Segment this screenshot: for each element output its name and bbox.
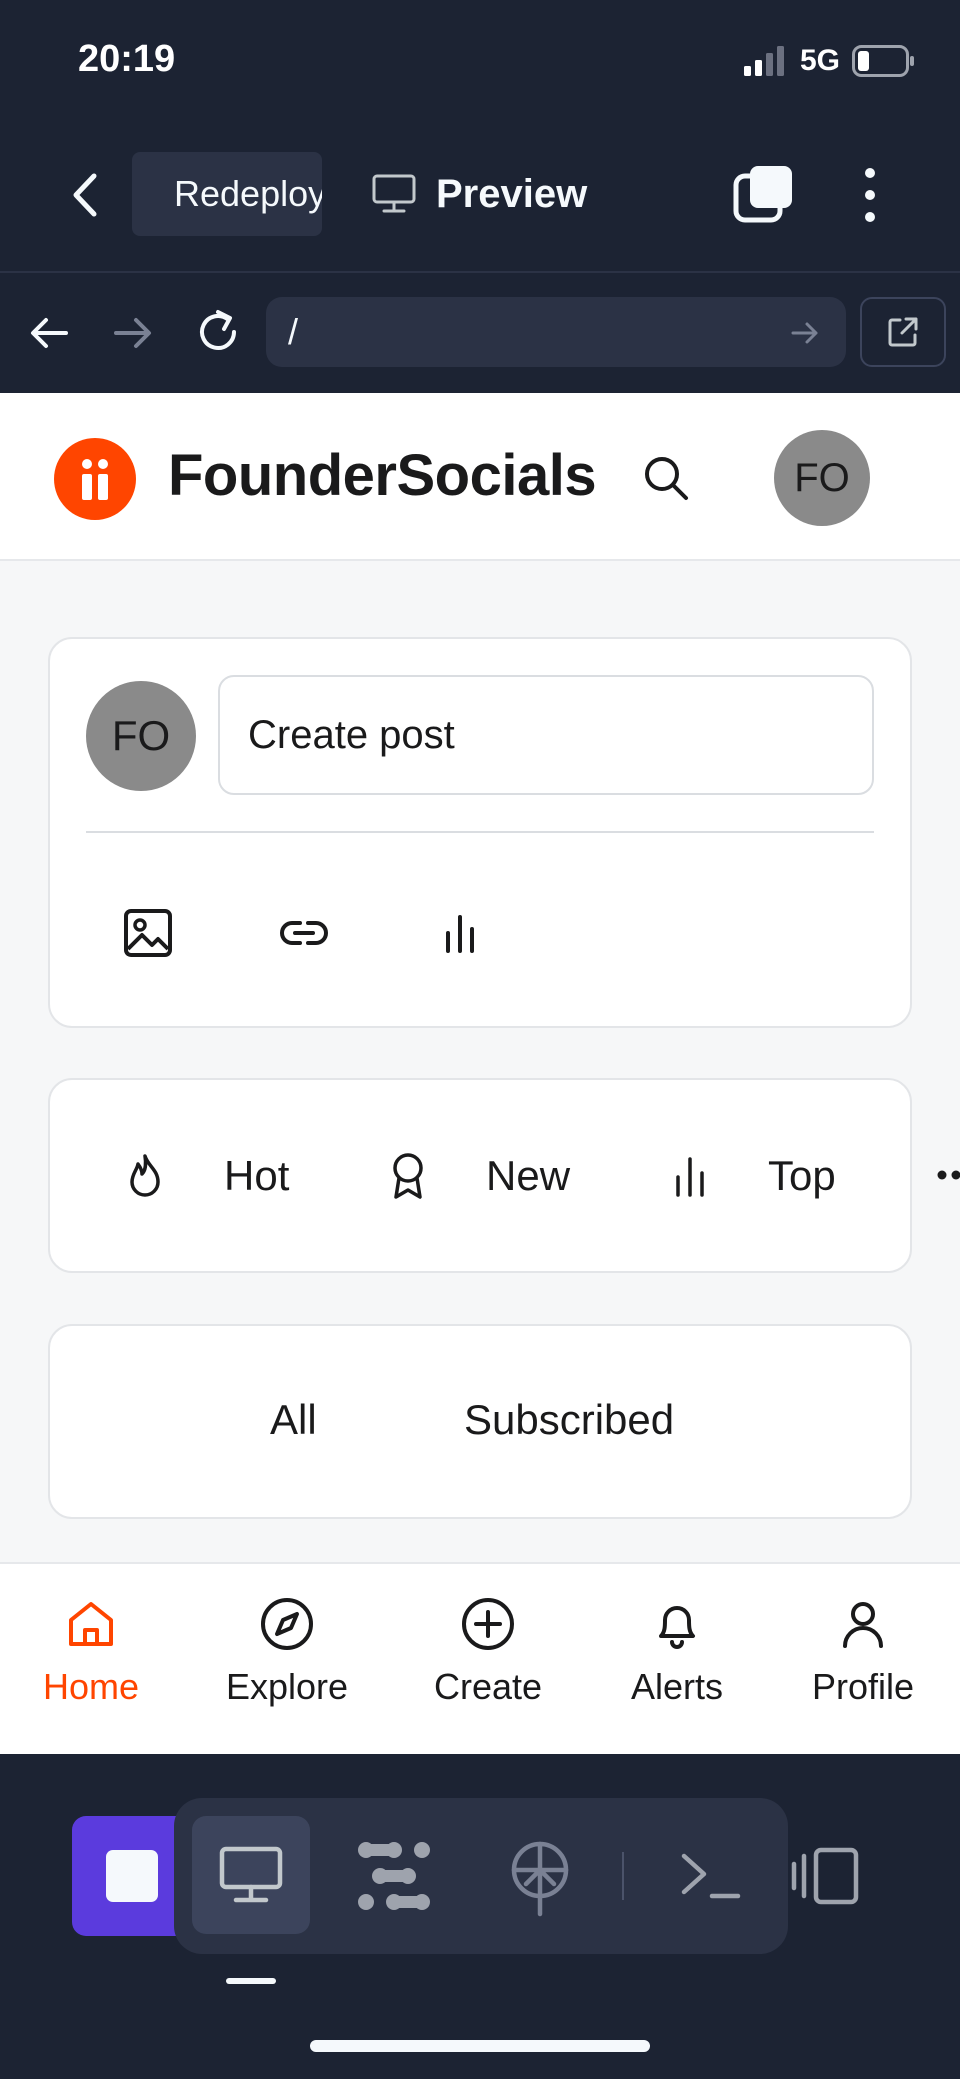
tab-redeploy[interactable]: Redeploy: [132, 152, 322, 236]
stop-icon: [106, 1850, 158, 1902]
arrow-right-icon[interactable]: [110, 310, 156, 356]
flame-icon: [130, 1154, 160, 1197]
nav-home-label: Home: [42, 1666, 140, 1707]
image-icon[interactable]: [120, 905, 176, 961]
poll-icon[interactable]: [432, 905, 488, 961]
more-horizontal-icon[interactable]: [936, 1160, 960, 1190]
home-indicator: [310, 2040, 650, 2052]
nav-create[interactable]: Create: [413, 1596, 563, 1726]
award-icon: [393, 1153, 423, 1199]
shell-icon[interactable]: [678, 1848, 742, 1904]
create-post-placeholder: Create post: [248, 712, 455, 757]
deploy-icon[interactable]: [504, 1838, 576, 1918]
plus-circle-icon: [462, 1598, 514, 1650]
app-logo[interactable]: [54, 438, 136, 520]
monitor-icon: [372, 174, 416, 213]
avatar-initials: FO: [794, 455, 850, 500]
nav-alerts[interactable]: Alerts: [602, 1596, 752, 1726]
nav-home[interactable]: Home: [16, 1596, 166, 1726]
tab-preview[interactable]: Preview: [372, 152, 587, 236]
app-title: FounderSocials: [168, 443, 597, 508]
network-label: 5G: [799, 44, 840, 77]
sort-new[interactable]: New: [388, 1146, 570, 1206]
divider: [86, 831, 874, 833]
nav-alerts-label: Alerts: [630, 1666, 724, 1707]
avatar[interactable]: FO: [86, 681, 196, 791]
chevron-left-icon[interactable]: [66, 170, 106, 220]
filter-all[interactable]: All: [270, 1396, 317, 1444]
signal-icon: [743, 46, 784, 76]
divider: [622, 1852, 624, 1900]
tab-redeploy-label: Redeploy: [174, 173, 322, 214]
link-icon[interactable]: [276, 905, 332, 961]
avatar-initials: FO: [111, 712, 171, 759]
avatar[interactable]: FO: [774, 430, 870, 526]
tabs-switch-icon[interactable]: [732, 162, 796, 226]
sort-hot[interactable]: Hot: [124, 1146, 289, 1206]
monitor-icon: [219, 1846, 283, 1903]
sort-top[interactable]: Top: [670, 1146, 836, 1206]
arrow-left-icon[interactable]: [26, 310, 72, 356]
open-external-button[interactable]: [860, 297, 946, 367]
nav-explore-label: Explore: [225, 1666, 349, 1707]
nav-create-label: Create: [433, 1666, 543, 1707]
reload-icon[interactable]: [194, 308, 242, 356]
status-indicators: 5G: [743, 44, 916, 78]
nav-profile-label: Profile: [811, 1666, 915, 1707]
nav-explore[interactable]: Explore: [212, 1596, 362, 1726]
filter-subscribed[interactable]: Subscribed: [464, 1396, 674, 1444]
dock-preview-button[interactable]: [192, 1816, 310, 1934]
home-icon: [69, 1602, 113, 1646]
app-viewport: [0, 393, 960, 1755]
more-vertical-icon[interactable]: [850, 165, 890, 225]
url-text: /: [288, 311, 299, 352]
external-link-icon: [888, 317, 918, 347]
layout-icon[interactable]: [790, 1846, 862, 1906]
nav-profile[interactable]: Profile: [788, 1596, 938, 1726]
status-time: 20:19: [78, 38, 176, 80]
url-input[interactable]: /: [266, 297, 846, 367]
sort-hot-label: Hot: [224, 1152, 290, 1199]
create-post-input[interactable]: Create post: [218, 675, 874, 795]
arrow-right-icon[interactable]: [790, 318, 820, 348]
tab-preview-label: Preview: [436, 171, 588, 216]
sort-new-label: New: [486, 1152, 571, 1199]
active-tab-indicator: [226, 1978, 276, 1984]
sort-top-label: Top: [768, 1152, 836, 1199]
bar-chart-icon: [676, 1157, 704, 1197]
search-icon[interactable]: [640, 452, 692, 504]
compass-icon: [261, 1598, 313, 1650]
bell-icon: [659, 1606, 695, 1649]
logo-icon: [82, 459, 108, 500]
battery-icon: [852, 45, 914, 77]
user-icon: [843, 1602, 883, 1648]
workflows-icon[interactable]: [354, 1838, 434, 1914]
